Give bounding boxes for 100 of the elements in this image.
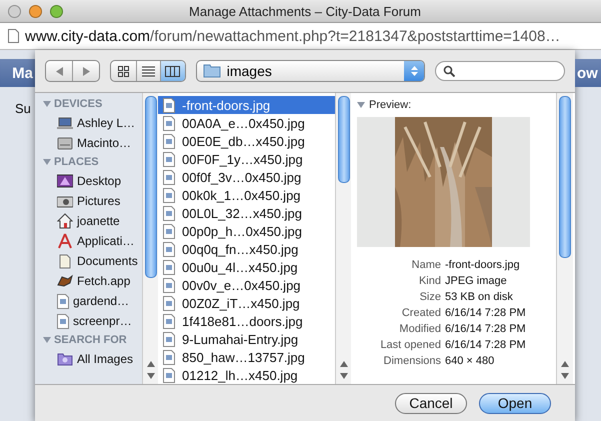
info-label: Modified [398,322,441,337]
info-value: 6/16/14 7:28 PM [445,338,527,353]
page-icon [8,29,19,43]
navigation-buttons[interactable] [45,60,100,82]
image-file-icon [163,242,175,256]
info-value: 6/16/14 7:28 PM [445,322,527,337]
smart-folder-icon [57,351,73,367]
back-arrow-icon [56,66,63,76]
location-dropdown[interactable]: images [196,60,425,82]
sidebar-item[interactable]: Macinto… [35,133,142,153]
scroll-arrows-icon[interactable] [340,360,348,380]
field-label: Su [15,101,31,116]
file-row[interactable]: 00E0E_db…x450.jpg [158,132,335,150]
applications-icon [57,233,73,249]
sidebar-item[interactable]: Documents [35,251,142,271]
image-file-icon [163,332,175,346]
file-row[interactable]: 00L0L_32…x450.jpg [158,204,335,222]
search-field[interactable] [435,61,565,81]
file-row[interactable]: 00F0F_1y…x450.jpg [158,150,335,168]
image-file-icon [163,152,175,166]
icon-view-icon [118,66,129,76]
file-row[interactable]: 00v0v_e…0x450.jpg [158,276,335,294]
file-row[interactable]: 850_haw…13757.jpg [158,348,335,366]
sidebar-item[interactable]: All Images [35,349,142,369]
stepper-icon [410,65,418,77]
info-label: Dimensions [382,354,441,369]
sidebar-item[interactable]: joanette [35,211,142,231]
scrollbar[interactable] [142,93,158,384]
disclosure-triangle[interactable] [357,101,365,109]
house-icon [57,213,73,229]
sidebar-heading: SEARCH FOR [54,334,127,346]
desktop-icon [57,173,73,189]
disclosure-triangle[interactable] [43,100,51,108]
view-button[interactable] [160,61,185,81]
info-value: 53 KB on disk [445,290,514,305]
scroll-arrows-icon[interactable] [561,360,569,380]
image-file-icon [163,296,175,310]
image-file-icon [163,278,175,292]
image-file-icon [163,224,175,238]
preview-heading: Preview: [369,99,412,111]
scroll-thumb[interactable] [338,96,350,183]
sidebar-heading: DEVICES [54,98,102,110]
disclosure-triangle[interactable] [43,158,51,166]
image-file-icon [163,170,175,184]
info-value: -front-doors.jpg [445,258,521,273]
scroll-arrows-icon[interactable] [146,360,154,380]
info-label: Size [418,290,441,305]
list-view-icon [142,66,155,76]
sidebar-item[interactable]: Applicati… [35,231,142,251]
open-button[interactable]: Open [479,392,551,414]
disclosure-triangle[interactable] [43,336,51,344]
close-button[interactable] [8,4,21,18]
sidebar-item[interactable]: Ashley L… [35,113,142,133]
info-value: 640 × 480 [445,354,496,369]
file-row[interactable]: 9-Lumahai-Entry.jpg [158,330,335,348]
hard-drive-icon [57,135,73,151]
info-value: JPEG image [445,274,508,289]
info-label: Created [400,306,441,321]
info-label: Name [410,258,441,273]
file-row[interactable]: 00A0A_e…0x450.jpg [158,114,335,132]
scroll-thumb[interactable] [144,96,156,278]
image-file-icon [163,116,175,130]
window-title: Manage Attachments – City-Data Forum [188,4,422,18]
image-file-icon [163,350,175,364]
laptop-icon [57,115,73,131]
file-row[interactable]: 00k0k_1…0x450.jpg [158,186,335,204]
file-row[interactable]: 00Z0Z_iT…x450.jpg [158,294,335,312]
scrollbar[interactable] [556,93,573,384]
image-file-icon [57,294,69,308]
scroll-thumb[interactable] [559,96,571,258]
file-row[interactable]: 00q0q_fn…x450.jpg [158,240,335,258]
file-row[interactable]: 00p0p_h…0x450.jpg [158,222,335,240]
sidebar-item[interactable]: gardend… [35,291,142,311]
image-file-icon [163,98,175,112]
sidebar-item[interactable]: Pictures [35,191,142,211]
cancel-button[interactable]: Cancel [395,392,467,414]
column-view-icon [165,66,180,76]
file-row[interactable]: -front-doors.jpg [158,96,335,114]
sidebar-item[interactable]: Desktop [35,171,142,191]
file-row[interactable]: 00f0f_3v…0x450.jpg [158,168,335,186]
image-file-icon [163,206,175,220]
url-field[interactable]: www.city-data.com/forum/newattachment.php?t=2181347&poststarttime=1408… [25,28,560,44]
forward-arrow-icon [82,66,90,76]
info-value: 6/16/14 7:28 PM [445,306,527,321]
sidebar-item[interactable]: screenpr… [35,311,142,331]
image-file-icon [163,314,175,328]
page-header: ow [575,59,601,87]
file-row[interactable]: 00u0u_4l…x450.jpg [158,258,335,276]
zoom-button[interactable] [50,4,63,18]
scrollbar[interactable] [335,93,351,384]
image-file-icon [163,368,175,382]
image-file-icon [163,134,175,148]
documents-icon [57,253,73,269]
sidebar-item[interactable]: Fetch.app [35,271,142,291]
sidebar-heading: PLACES [54,156,99,168]
minimize-button[interactable] [29,4,42,18]
info-label: Last opened [379,338,441,353]
file-row[interactable]: 1f418e81…doors.jpg [158,312,335,330]
file-row[interactable]: 01212_lh…x450.jpg [158,366,335,384]
info-label: Kind [418,274,441,289]
